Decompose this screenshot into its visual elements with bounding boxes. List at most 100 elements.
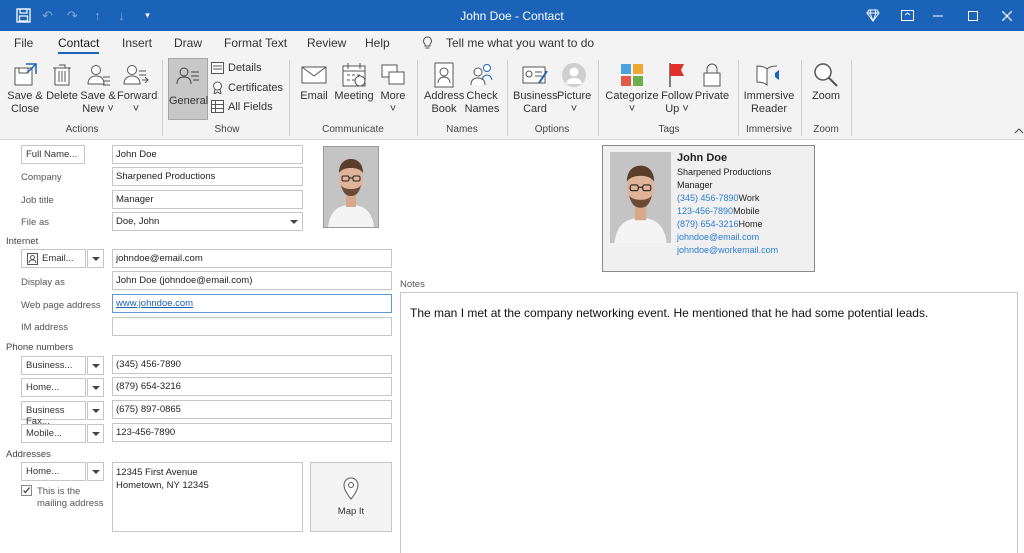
private-button[interactable]: Private	[694, 60, 730, 103]
group-zoom-label: Zoom	[813, 124, 839, 135]
email-type-button[interactable]: Email...	[21, 249, 86, 268]
card-phone-tag: Mobile	[733, 206, 760, 216]
address-field[interactable]: 12345 First Avenue Hometown, NY 12345	[112, 462, 303, 532]
map-it-label: Map It	[337, 506, 365, 517]
delete-button[interactable]: Delete	[45, 60, 79, 103]
card-phone-line: 123-456-7890Mobile	[677, 206, 760, 216]
meeting-button[interactable]: Meeting	[333, 60, 375, 103]
certificate-icon	[213, 81, 222, 94]
phone-type-button[interactable]: Business Fax...	[21, 401, 86, 427]
check-names-icon	[464, 60, 500, 90]
meeting-label: Meeting	[334, 90, 374, 102]
tab-contact[interactable]: Contact	[58, 36, 100, 54]
calendar-icon	[333, 60, 375, 90]
person-photo-icon	[610, 152, 671, 243]
phone-type-button[interactable]: Business...	[21, 356, 86, 375]
im-address-field[interactable]	[112, 317, 392, 336]
details-button[interactable]: Details	[211, 62, 262, 74]
phone-type-dropdown[interactable]	[87, 401, 104, 420]
certificates-button[interactable]: Certificates	[211, 81, 283, 94]
separator	[801, 60, 802, 136]
tab-insert[interactable]: Insert	[122, 36, 152, 50]
forward-button[interactable]: Forward ˅	[117, 60, 157, 116]
tab-format-text[interactable]: Format Text	[224, 36, 287, 50]
mailing-address-checkbox[interactable]	[21, 485, 32, 496]
envelope-icon	[297, 60, 331, 90]
chevron-down-icon	[91, 363, 100, 368]
address-type-dropdown[interactable]	[87, 462, 104, 481]
email-field[interactable]: johndoe@email.com	[112, 249, 392, 268]
file-as-label: File as	[21, 217, 49, 228]
email-label: Email	[300, 90, 328, 102]
business-card-button[interactable]: Business Card	[513, 60, 558, 116]
card-phone-tag: Home	[738, 219, 763, 229]
picture-button[interactable]: Picture ˅	[557, 60, 591, 116]
phone-type-dropdown[interactable]	[87, 424, 104, 443]
display-as-field[interactable]: John Doe (johndoe@email.com)	[112, 271, 392, 290]
tab-draw[interactable]: Draw	[174, 36, 202, 50]
save-close-button[interactable]: Save & Close	[6, 60, 44, 116]
follow-up-button[interactable]: Follow Up ˅	[660, 60, 694, 116]
phone-field[interactable]: (879) 654-3216	[112, 377, 392, 396]
follow-up-label: Follow Up ˅	[661, 90, 693, 115]
company-label: Company	[21, 172, 62, 183]
diamond-icon[interactable]	[864, 7, 881, 24]
card-company: Sharpened Productions	[677, 167, 772, 177]
tab-help[interactable]: Help	[365, 36, 390, 50]
company-field[interactable]: Sharpened Productions	[112, 167, 303, 186]
contact-card-icon	[27, 253, 38, 265]
save-new-button[interactable]: Save & New ˅	[79, 60, 117, 116]
contact-photo[interactable]	[323, 146, 379, 228]
certificates-label: Certificates	[228, 81, 284, 94]
immersive-reader-icon	[743, 60, 795, 90]
phone-type-dropdown[interactable]	[87, 356, 104, 375]
phone-type-button[interactable]: Mobile...	[21, 424, 86, 443]
minimize-button[interactable]	[921, 0, 955, 31]
close-button[interactable]	[990, 0, 1024, 31]
file-as-select[interactable]: Doe, John	[112, 212, 303, 231]
address-book-icon	[424, 60, 464, 90]
check-names-button[interactable]: Check Names	[464, 60, 500, 116]
more-icon	[377, 60, 409, 90]
email-button[interactable]: Email	[297, 60, 331, 103]
immersive-reader-button[interactable]: Immersive Reader	[743, 60, 795, 116]
all-fields-button[interactable]: All Fields	[211, 100, 273, 113]
more-button[interactable]: More ˅	[377, 60, 409, 116]
addresses-section-label: Addresses	[6, 449, 51, 460]
title-bar: ↶ ↷ ↑ ↓ ▾ John Doe - Contact	[0, 0, 1024, 31]
job-title-field[interactable]: Manager	[112, 190, 303, 209]
collapse-ribbon-icon[interactable]	[1014, 126, 1024, 140]
group-actions-label: Actions	[65, 124, 99, 135]
ribbon-display-icon[interactable]	[899, 7, 916, 24]
address-book-button[interactable]: Address Book	[424, 60, 464, 116]
zoom-button[interactable]: Zoom	[808, 60, 844, 103]
phone-field[interactable]: 123-456-7890	[112, 423, 392, 442]
email-type-dropdown[interactable]	[87, 249, 104, 268]
phone-field[interactable]: (675) 897-0865	[112, 400, 392, 419]
group-tags-label: Tags	[658, 124, 680, 135]
address-type-button[interactable]: Home...	[21, 462, 86, 481]
notes-text: The man I met at the company networking …	[410, 306, 929, 320]
web-page-field[interactable]: www.johndoe.com	[112, 294, 392, 313]
maximize-button[interactable]	[956, 0, 990, 31]
full-name-field[interactable]: John Doe	[112, 145, 303, 164]
magnifier-icon	[808, 60, 844, 90]
phone-field[interactable]: (345) 456-7890	[112, 355, 392, 374]
tab-file[interactable]: File	[14, 36, 33, 50]
general-button[interactable]: General	[168, 58, 208, 120]
mailing-label-line2: mailing address	[37, 498, 104, 509]
full-name-button[interactable]: Full Name...	[21, 145, 85, 164]
phone-type-button[interactable]: Home...	[21, 378, 86, 397]
chevron-down-icon	[290, 220, 298, 224]
save-close-label: Save & Close	[7, 90, 43, 115]
card-phone-value: (345) 456-7890	[677, 193, 739, 203]
phone-type-dropdown[interactable]	[87, 378, 104, 397]
tab-review[interactable]: Review	[307, 36, 346, 50]
notes-textarea[interactable]: The man I met at the company networking …	[400, 292, 1018, 553]
save-new-icon	[79, 60, 117, 90]
ribbon: Save & Close Delete Save & New ˅ Forward…	[0, 56, 1024, 140]
map-it-button[interactable]: Map It	[310, 462, 392, 532]
tell-me-search[interactable]: Tell me what you want to do	[446, 36, 594, 50]
business-card-preview[interactable]: John Doe Sharpened Productions Manager (…	[602, 145, 815, 272]
categorize-button[interactable]: Categorize ˅	[604, 60, 660, 116]
